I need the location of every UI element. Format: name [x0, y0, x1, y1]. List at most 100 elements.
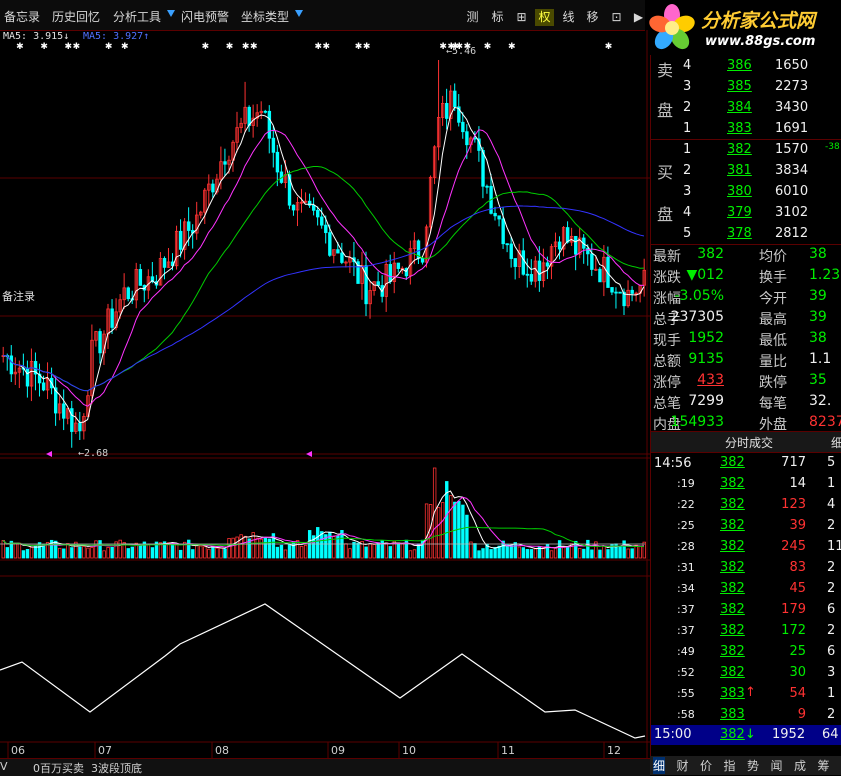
volume-bar	[513, 542, 517, 559]
kline-chart[interactable]: ✱ ✱ ✱ ✱ ✱ ✱ ✱ ✱ ✱ ✱ ✱ ✱ ✱ ✱ ✱ ✱✱✱ ✱ ✱ ✱ ✱ ←5.46 ←2.68 备注录 0…	[0, 30, 650, 758]
analysis-dropdown-icon[interactable]	[167, 10, 175, 17]
trade-row[interactable]: :22 382 123 4	[651, 495, 841, 516]
quote-key: 涨停	[653, 375, 681, 391]
quote-row: 现手 1952 最低 38	[651, 329, 841, 350]
rights-button[interactable]: 权	[535, 9, 554, 26]
candle-body	[453, 90, 457, 108]
coord-type-button[interactable]: 坐标类型	[241, 8, 289, 25]
volume-bar	[231, 537, 235, 559]
buy-row[interactable]: 2 381 3834	[651, 161, 841, 182]
volume-bar	[634, 544, 638, 559]
candle-body	[62, 403, 66, 419]
volume-bar	[449, 495, 453, 559]
candle-body	[78, 422, 82, 432]
candle-body	[271, 137, 276, 153]
trade-row[interactable]: :25 382 39 2	[651, 516, 841, 537]
candle-body	[537, 260, 542, 281]
trade-row[interactable]: :58 383 9 2	[651, 705, 841, 726]
candle-body	[267, 110, 272, 139]
order-volume: 3102	[775, 205, 809, 220]
trade-row[interactable]: :31 382 83 2	[651, 558, 841, 579]
trade-row[interactable]: :49 382 25 6	[651, 642, 841, 663]
trade-volume: 30	[789, 665, 806, 680]
left-edge-label: 备注录	[2, 289, 35, 303]
volume-bar	[638, 545, 642, 559]
candle-body	[324, 224, 328, 234]
trade-volume: 83	[789, 560, 806, 575]
volume-bar	[553, 547, 558, 559]
sell-row[interactable]: 1 383 1691	[651, 119, 841, 140]
measure-button[interactable]: 测	[463, 9, 482, 26]
date-axis: 06 07 08 09 10 11 12	[7, 742, 621, 758]
trade-price: 382	[720, 518, 745, 533]
trade-row[interactable]: 14:56 382 717 5	[651, 453, 841, 474]
volume-bar	[82, 546, 86, 559]
mark-button[interactable]: 标	[488, 9, 507, 26]
panel-tab[interactable]: 成	[794, 757, 806, 774]
tab-wave-top-bottom[interactable]: 3波段顶底	[91, 760, 142, 776]
wave-line	[0, 603, 646, 739]
candlesticks	[1, 60, 646, 448]
trades-detail-tab[interactable]: 细	[831, 434, 841, 451]
panel-tab[interactable]: 闻	[771, 757, 783, 774]
trade-count: 6	[827, 602, 836, 617]
buy-row[interactable]: 1 382 1570 -38	[651, 140, 841, 161]
sell-row[interactable]: 2 384 3430	[651, 98, 841, 119]
volume-bar	[263, 537, 268, 559]
panel-tab[interactable]: 财	[677, 757, 689, 774]
quote-key-2: 跌停	[759, 375, 787, 391]
volume-bar	[259, 538, 263, 559]
candle-body	[41, 382, 46, 391]
quote-panel: 卖 盘 4 386 1650 3 385 2273 2 384 3430 1 383 …	[650, 55, 841, 775]
trade-row[interactable]: :55 383 ↑ 54 1	[651, 684, 841, 705]
move-button[interactable]: 移	[583, 9, 602, 26]
trade-volume: 25	[789, 644, 806, 659]
grid-button[interactable]: ⊞	[512, 9, 531, 26]
order-price: 378	[727, 226, 752, 241]
trade-row[interactable]: :34 382 45 2	[651, 579, 841, 600]
tab-volume[interactable]: V	[0, 760, 8, 773]
flash-alert-button[interactable]: 闪电预警	[181, 8, 229, 25]
buy-row[interactable]: 3 380 6010	[651, 182, 841, 203]
quote-value-2: 38	[809, 246, 827, 262]
sell-row[interactable]: 4 386 1650	[651, 56, 841, 77]
signal-star-icon: ✱	[105, 42, 113, 52]
tab-million-trade[interactable]: 0百万买卖	[33, 760, 84, 776]
trade-row[interactable]: :19 382 14 1	[651, 474, 841, 495]
trade-row[interactable]: :37 382 179 6	[651, 600, 841, 621]
panel-tab[interactable]: 指	[724, 757, 736, 774]
chart-toolbar: 备忘录 历史回忆 分析工具 闪电预警 坐标类型 测 标 ⊞ 权 线 移 ⊡ ▶	[0, 0, 650, 31]
trade-price: 383	[720, 707, 745, 722]
volume-bar	[187, 539, 191, 559]
trade-volume: 245	[781, 539, 806, 554]
trade-time: :37	[677, 624, 695, 637]
volume-bar	[586, 539, 590, 559]
trade-row[interactable]: :28 382 245 11	[651, 537, 841, 558]
sell-row[interactable]: 3 385 2273	[651, 77, 841, 98]
panel-tab[interactable]: 细	[653, 757, 666, 774]
analysis-tools-button[interactable]: 分析工具	[113, 8, 161, 25]
trade-row[interactable]: :52 382 30 3	[651, 663, 841, 684]
volume-bar	[5, 547, 10, 559]
volume-bar	[590, 549, 594, 559]
candle-body	[630, 289, 634, 294]
history-button[interactable]: 历史回忆	[52, 8, 100, 25]
window-button[interactable]: ⊡	[607, 9, 626, 26]
panel-tab[interactable]: 筹	[818, 757, 830, 774]
trade-count: 1	[827, 476, 836, 491]
panel-tab[interactable]: 价	[700, 757, 712, 774]
quote-value: 382	[697, 246, 724, 262]
volume-bar	[602, 545, 606, 559]
signal-markers: ✱ ✱ ✱ ✱ ✱ ✱ ✱ ✱ ✱ ✱ ✱ ✱ ✱ ✱ ✱ ✱✱✱ ✱ ✱ ✱ ✱	[16, 42, 612, 52]
line-button[interactable]: 线	[559, 9, 578, 26]
order-volume: 3430	[775, 100, 809, 115]
trade-price: 382	[720, 644, 745, 659]
volume-bar	[473, 543, 477, 559]
buy-row[interactable]: 5 378 2812	[651, 224, 841, 245]
buy-row[interactable]: 4 379 3102	[651, 203, 841, 224]
panel-tab[interactable]: 势	[747, 757, 759, 774]
trade-row[interactable]: :37 382 172 2	[651, 621, 841, 642]
coord-dropdown-icon[interactable]	[295, 10, 303, 17]
trade-time: :28	[677, 540, 695, 553]
memo-button[interactable]: 备忘录	[4, 8, 40, 25]
